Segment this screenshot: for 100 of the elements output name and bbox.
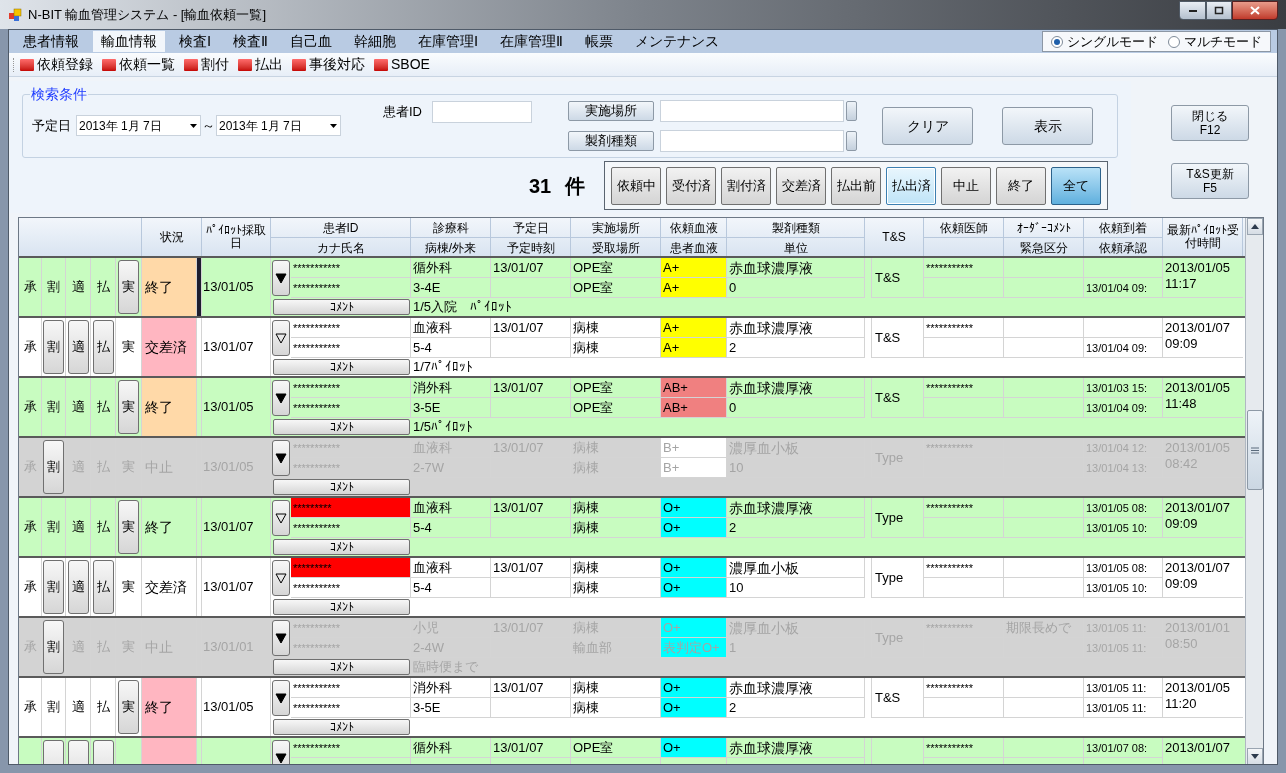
action-button[interactable]: 適 [67,320,89,374]
function-button[interactable]: 閉じる F12 [1171,105,1249,141]
date-picker[interactable]: 2013年 1月 7日 [216,115,341,136]
action-button[interactable]: 適 [67,560,89,614]
table-row[interactable]: 承 割 適 払 実 終了 13/01/05 *********** *********** 消外科 3-5E 13/01/07 病棟 病棟 O+ O+ 赤血球濃厚液 2 T&S *********** 13/01/05 11: 13/01/05 11: 2013/01/05 11:20 ｺﾒﾝﾄ [19,678,1245,738]
table-cell: 5-4 [411,518,491,538]
table-cell: 3-5E [411,698,491,718]
scroll-thumb[interactable] [1246,410,1263,490]
action-button[interactable]: 実 [118,380,139,434]
menu-item[interactable]: 幹細胞 [346,31,404,52]
expand-button[interactable] [272,320,290,356]
action-label: 承 [23,338,37,357]
table-row[interactable]: 承 割 適 払 実 終了 13/01/07 ********* *********** 血液科 5-4 13/01/07 病棟 病棟 O+ O+ 赤血球濃厚液 2 Type *********** 13/01/05 08: 13/01/05 10: 2013/01/07 09:09 ｺﾒﾝﾄ [19,498,1245,558]
mode-radio[interactable]: マルチモード [1168,31,1262,52]
table-cell: 2 [727,338,865,358]
patient-id-field[interactable] [432,101,532,123]
table-cell: AB+ [661,398,727,418]
close-button[interactable] [1232,1,1278,20]
scroll-up-button[interactable] [1246,218,1263,235]
toolbar-icon [102,58,116,71]
table-cell: O+ [661,618,727,638]
toolbar-button[interactable]: 割付 [184,54,229,75]
menu-item[interactable]: 患者情報 [15,31,87,52]
toolbar-button[interactable]: SBOE [374,54,430,75]
selector-button[interactable]: 製剤種類 [568,131,654,151]
column-header: 予定時刻 [505,240,556,257]
filter-button[interactable]: 受付済 [666,166,717,205]
table-row[interactable]: 承 割 適 払 実 交差済 13/01/07 ********* *********** 血液科 5-4 13/01/07 病棟 病棟 O+ O+ 濃厚血小板 10 Type *********** 13/01/05 08: 13/01/05 10: 2013/01/07 09:09 ｺﾒﾝﾄ [19,558,1245,618]
comment-button[interactable]: ｺﾒﾝﾄ [273,599,410,615]
filter-button[interactable]: 終了 [996,166,1047,205]
comment-button[interactable]: ｺﾒﾝﾄ [273,299,410,315]
table-row[interactable]: 承 割 適 払 実 終了 13/01/05 *********** *********** 循外科 3-4E 13/01/07 OPE室 OPE室 A+ A+ 赤血球濃厚液 0 T&S *********** 13/01/04 09: 2013/01/05 11:17 ｺﾒﾝﾄ 1/5入院 ﾊﾟｲﾛｯﾄ [19,258,1245,318]
expand-button[interactable] [272,380,290,416]
filter-button[interactable]: 依頼中 [611,166,662,205]
menu-item[interactable]: 在庫管理Ⅰ [410,31,486,52]
filter-button[interactable]: 払出前 [831,166,882,205]
menu-item[interactable]: 輸血情報 [93,31,165,52]
table-row[interactable]: 承 割 適 払 実 終了 13/01/05 *********** *********** 消外科 3-5E 13/01/07 OPE室 OPE室 AB+ AB+ 赤血球濃厚液 0 T&S *********** 13/01/03 15: 13/01/04 09: 2013/01/05 11:48 ｺﾒﾝﾄ 1/5ﾊﾟｲﾛｯﾄ [19,378,1245,438]
action-label: 払 [96,698,110,717]
table-row[interactable]: 承 割 適 払 実 交差済 13/01/07 *********** *********** 血液科 5-4 13/01/07 病棟 病棟 A+ A+ 赤血球濃厚液 2 T&S *********** 13/01/04 09: 2013/01/07 09:09 ｺﾒﾝﾄ 1/7ﾊﾟｲﾛｯﾄ [19,318,1245,378]
triangle-down-icon [275,572,287,584]
menu-item[interactable]: メンテナンス [627,31,727,52]
table-cell: A+ [661,258,727,278]
expand-button[interactable] [272,680,290,716]
action-button[interactable]: 払 [92,560,114,614]
action-button[interactable]: 実 [118,260,139,314]
table-cell-text: 13/01/07 [202,338,254,357]
menu-item[interactable]: 自己血 [282,31,340,52]
filter-button[interactable]: 払出済 [886,166,937,205]
expand-button[interactable] [272,500,290,536]
menu-item[interactable]: 検査Ⅰ [171,31,219,52]
action-button[interactable]: 割 [43,320,64,374]
table-cell-text: 2013/01/07 09:09 [1165,500,1232,532]
maximize-button[interactable] [1206,1,1232,20]
column-header: 製剤種類 [727,218,864,238]
action-button[interactable]: 割 [43,560,64,614]
column-header: 状況 [158,228,185,246]
selector-field[interactable] [660,130,844,152]
show-button[interactable]: 表示 [1002,107,1093,145]
column-header: ﾊﾟｲﾛｯﾄ採取日 [205,222,267,252]
scroll-handle[interactable] [846,131,857,151]
function-button[interactable]: T&S更新 F5 [1171,163,1249,199]
date-picker[interactable]: 2013年 1月 7日 [76,115,201,136]
vertical-scrollbar[interactable] [1245,218,1263,764]
minimize-button[interactable] [1179,1,1206,20]
menu-item[interactable]: 帳票 [577,31,621,52]
clear-button[interactable]: クリア [882,107,973,145]
table-cell: 血液科 [411,498,491,518]
scroll-down-button[interactable] [1246,748,1263,764]
filter-button[interactable]: 割付済 [721,166,772,205]
table-cell: 13/01/05 10: [1084,518,1163,538]
table-cell: A+ [661,318,727,338]
action-button[interactable]: 実 [118,680,139,734]
expand-button[interactable] [272,260,290,296]
scroll-handle[interactable] [846,101,857,121]
menu-item[interactable]: 在庫管理Ⅱ [492,31,571,52]
toolbar-button[interactable]: 払出 [238,54,283,75]
table-row[interactable]: *********** 循外科 13/01/07 OPE室 O+ 赤血球濃厚液 *********** 13/01/07 08: 2013/01/07 [19,738,1245,764]
filter-button[interactable]: 全て [1051,166,1102,205]
comment-button[interactable]: ｺﾒﾝﾄ [273,719,410,735]
table-cell: 0 [727,278,865,298]
comment-text: 1/7ﾊﾟｲﾛｯﾄ [412,358,474,377]
comment-button[interactable]: ｺﾒﾝﾄ [273,419,410,435]
toolbar-button[interactable]: 事後対応 [292,54,365,75]
table-cell: *********** [291,518,411,538]
menu-item[interactable]: 検査Ⅱ [225,31,276,52]
toolbar-button[interactable]: 依頼登録 [20,54,93,75]
mode-radio[interactable]: シングルモード [1051,31,1158,52]
toolbar-button[interactable]: 依頼一覧 [102,54,175,75]
filter-button[interactable]: 中止 [941,166,992,205]
status-cell: 交差済 [142,318,197,376]
selector-button[interactable]: 実施場所 [568,101,654,121]
selector-field[interactable] [660,100,844,122]
comment-button[interactable]: ｺﾒﾝﾄ [273,359,410,375]
expand-button[interactable] [272,560,290,596]
comment-button[interactable]: ｺﾒﾝﾄ [273,539,410,555]
filter-button[interactable]: 交差済 [776,166,827,205]
action-button[interactable]: 払 [92,320,114,374]
action-button[interactable]: 実 [118,500,139,554]
table-cell-text: 13/01/05 [202,398,254,417]
